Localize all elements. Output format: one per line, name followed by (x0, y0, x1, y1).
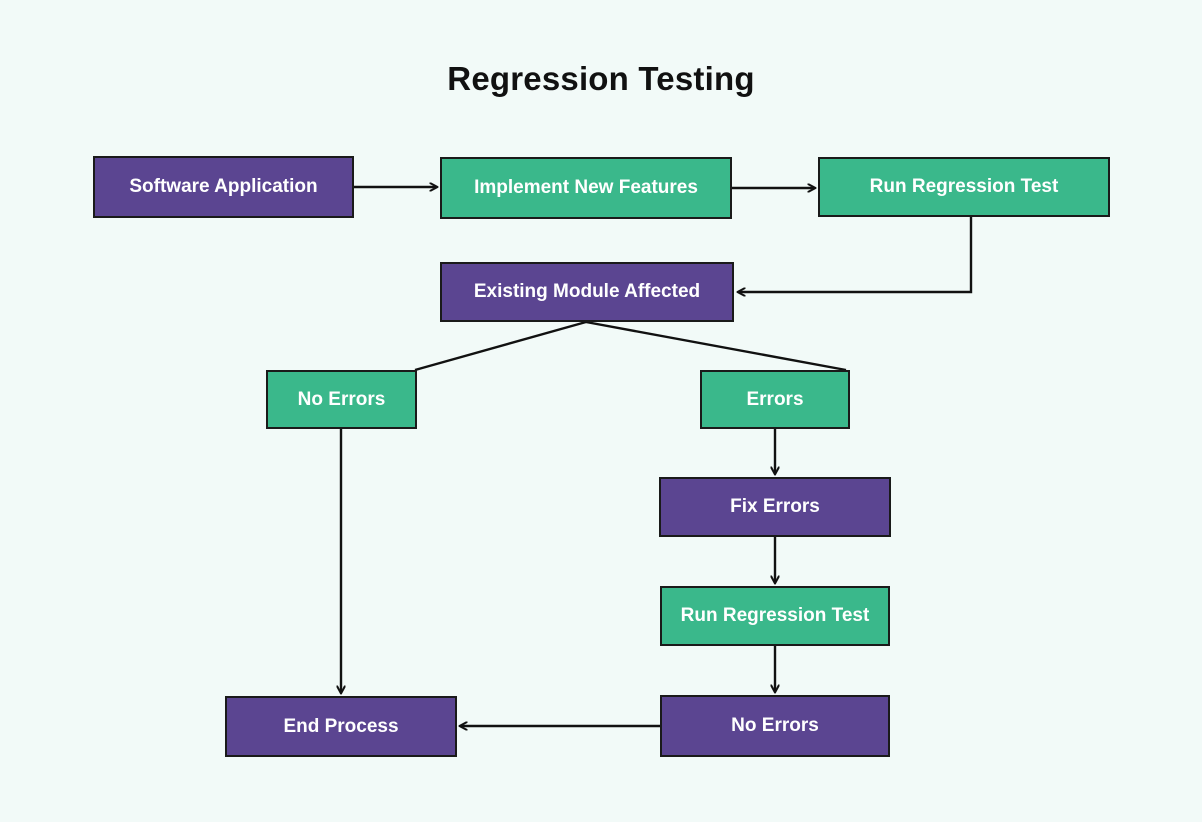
node-existing-module-affected[interactable]: Existing Module Affected (440, 262, 734, 322)
node-no-errors-1[interactable]: No Errors (266, 370, 417, 429)
node-label: No Errors (731, 715, 819, 737)
node-run-regression-test-2[interactable]: Run Regression Test (660, 586, 890, 646)
flowchart-edges (0, 0, 973, 822)
node-errors[interactable]: Errors (700, 370, 850, 429)
node-label: Software Application (129, 176, 318, 198)
node-label: Run Regression Test (680, 605, 870, 627)
node-label: Fix Errors (730, 496, 820, 518)
node-end-process[interactable]: End Process (225, 696, 457, 757)
node-label: Errors (746, 388, 804, 410)
node-no-errors-2[interactable]: No Errors (660, 695, 890, 757)
node-label: Existing Module Affected (473, 281, 701, 303)
page-title: Regression Testing (447, 60, 755, 97)
node-implement-new-features[interactable]: Implement New Features (440, 157, 732, 219)
edge-existing-module-to-no-errors (414, 320, 587, 372)
edge-run-test-to-existing-module (738, 217, 973, 292)
node-fix-errors[interactable]: Fix Errors (659, 477, 891, 537)
node-label: Implement New Features (474, 177, 698, 199)
flowchart-canvas: Regression Testing Software Application … (0, 0, 1202, 822)
node-run-regression-test-1[interactable]: Run Regression Test (818, 157, 1110, 217)
node-label: End Process (283, 715, 399, 737)
edge-existing-module-to-errors (585, 320, 847, 372)
node-software-application[interactable]: Software Application (93, 156, 354, 218)
node-label: No Errors (297, 388, 386, 410)
node-label: Run Regression Test (869, 176, 1059, 198)
